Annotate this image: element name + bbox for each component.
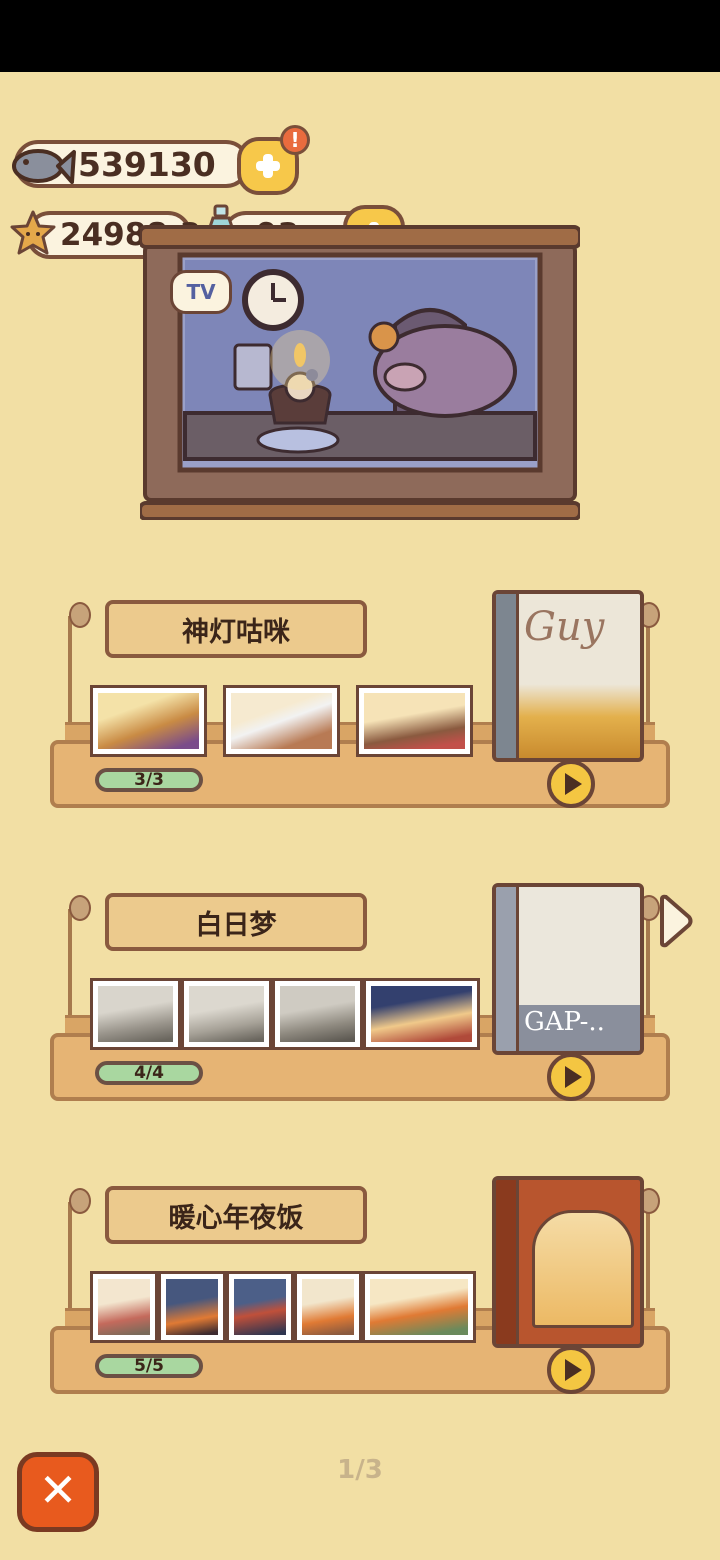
star-icon (10, 210, 56, 255)
fish-value: 539130 (78, 144, 216, 184)
storybook-cover[interactable] (492, 1176, 644, 1348)
tv-badge[interactable]: TV (170, 270, 232, 314)
story-thumbnail[interactable] (294, 1271, 362, 1343)
story-thumbnail[interactable] (363, 978, 480, 1050)
story-title: 神灯咕咪 (105, 600, 367, 658)
story-title: 白日梦 (105, 893, 367, 951)
story-thumbnails (90, 685, 473, 757)
story-thumbnail[interactable] (223, 685, 340, 757)
story-title-text: 白日梦 (195, 909, 277, 941)
story-shelf-2: 白日梦 GAP-.. 4/4 (50, 853, 670, 1123)
story-progress: 3/3 (95, 768, 203, 792)
story-shelf-1: 神灯咕咪 Guy 3/3 (50, 560, 670, 830)
storybook-cover[interactable]: GAP-.. (492, 883, 644, 1055)
story-thumbnail[interactable] (226, 1271, 294, 1343)
book-spine (496, 594, 519, 758)
story-title: 暖心年夜饭 (105, 1186, 367, 1244)
fish-icon (12, 149, 76, 184)
story-thumbnail[interactable] (356, 685, 473, 757)
next-page-arrow[interactable] (656, 893, 694, 949)
window-illustration (532, 1210, 634, 1328)
story-thumbnails (90, 1271, 476, 1343)
story-thumbnail[interactable] (181, 978, 272, 1050)
tv-label: TV (186, 280, 216, 304)
story-thumbnails (90, 978, 480, 1050)
close-button[interactable]: ✕ (17, 1452, 99, 1532)
story-thumbnail[interactable] (158, 1271, 226, 1343)
story-thumbnail[interactable] (362, 1271, 476, 1343)
storybook-cover[interactable]: Guy (492, 590, 644, 762)
story-progress: 5/5 (95, 1354, 203, 1378)
rope-knob (69, 602, 91, 628)
play-button[interactable] (547, 760, 595, 808)
story-thumbnail[interactable] (272, 978, 363, 1050)
book-title: GAP-.. (524, 1007, 605, 1037)
story-thumbnail[interactable] (90, 978, 181, 1050)
page-indicator: 1/3 (337, 1455, 383, 1485)
play-button[interactable] (547, 1053, 595, 1101)
book-title: Guy (524, 604, 605, 650)
book-spine (496, 887, 519, 1051)
rope-knob (69, 895, 91, 921)
rope-knob (69, 1188, 91, 1214)
alert-badge: ! (280, 125, 310, 155)
book-spine (496, 1180, 519, 1344)
story-progress: 4/4 (95, 1061, 203, 1085)
status-bar (0, 0, 720, 72)
play-button[interactable] (547, 1346, 595, 1394)
story-thumbnail[interactable] (90, 1271, 158, 1343)
story-title-text: 神灯咕咪 (182, 616, 290, 648)
story-shelf-3: 暖心年夜饭 5/5 (50, 1146, 670, 1416)
story-thumbnail[interactable] (90, 685, 207, 757)
story-title-text: 暖心年夜饭 (168, 1202, 304, 1234)
